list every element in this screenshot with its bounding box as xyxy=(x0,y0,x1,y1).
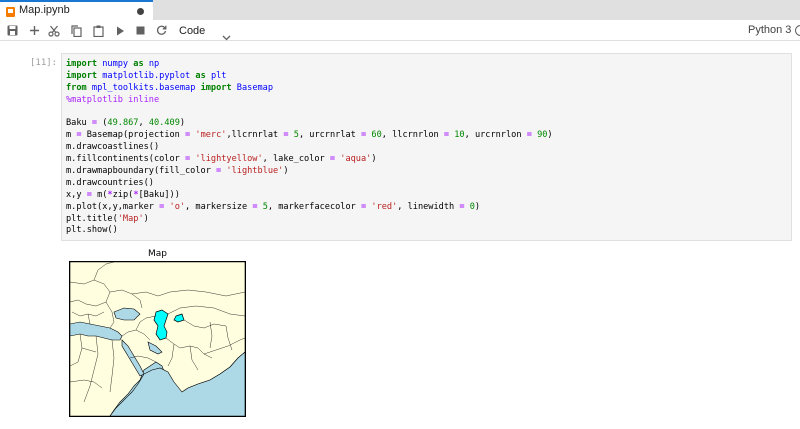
notebook-toolbar: Code Python 3 xyxy=(0,20,800,41)
code-line: m = Basemap(projection = 'merc',llcrnrla… xyxy=(66,130,553,141)
figure-title: Map xyxy=(148,249,167,259)
tab-title: Map.ipynb xyxy=(19,4,70,16)
code-line: m.fillcontinents(color = 'lightyellow', … xyxy=(66,154,377,165)
scissors-icon[interactable] xyxy=(46,23,62,38)
notebook-tab[interactable]: Map.ipynb xyxy=(0,0,153,20)
refresh-icon[interactable] xyxy=(153,23,169,38)
code-line: Baku = (49.867, 40.409) xyxy=(66,118,186,129)
tab-bar: Map.ipynb xyxy=(0,0,800,20)
code-line: plt.show() xyxy=(66,225,118,236)
unsaved-dot-icon[interactable] xyxy=(137,8,144,15)
copy-icon[interactable] xyxy=(68,23,84,38)
cell-prompt: [11]: xyxy=(30,58,58,68)
code-line: import numpy as np xyxy=(66,59,160,69)
save-icon[interactable] xyxy=(4,23,20,38)
code-line: m.plot(x,y,marker = 'o', markersize = 5,… xyxy=(66,201,481,212)
code-line: m.drawcoastlines() xyxy=(66,142,160,153)
kernel-status-icon xyxy=(795,25,800,36)
kernel-name[interactable]: Python 3 xyxy=(748,24,791,36)
code-line: m.drawmapboundary(fill_color = 'lightblu… xyxy=(66,166,289,177)
code-line: plt.title('Map') xyxy=(66,213,149,224)
code-editor[interactable]: import numpy as np import matplotlib.pyp… xyxy=(61,53,792,241)
code-line: from mpl_toolkits.basemap import Basemap xyxy=(66,82,274,93)
cell-type-select[interactable]: Code xyxy=(174,21,236,41)
stop-icon[interactable] xyxy=(132,23,148,38)
code-line: m.drawcountries() xyxy=(66,177,154,188)
play-icon[interactable] xyxy=(112,23,128,38)
map-figure xyxy=(69,261,246,417)
code-line: %matplotlib inline xyxy=(66,94,160,105)
clipboard-icon[interactable] xyxy=(90,23,106,38)
code-line: x,y = m(*zip(*[Baku])) xyxy=(66,189,180,200)
cell-type-label: Code xyxy=(179,24,206,37)
plus-icon[interactable] xyxy=(26,23,42,38)
basemap-plot xyxy=(70,262,245,416)
code-line: import matplotlib.pyplot as plt xyxy=(66,70,227,81)
chevron-down-icon xyxy=(222,26,231,45)
notebook-icon xyxy=(6,7,15,17)
